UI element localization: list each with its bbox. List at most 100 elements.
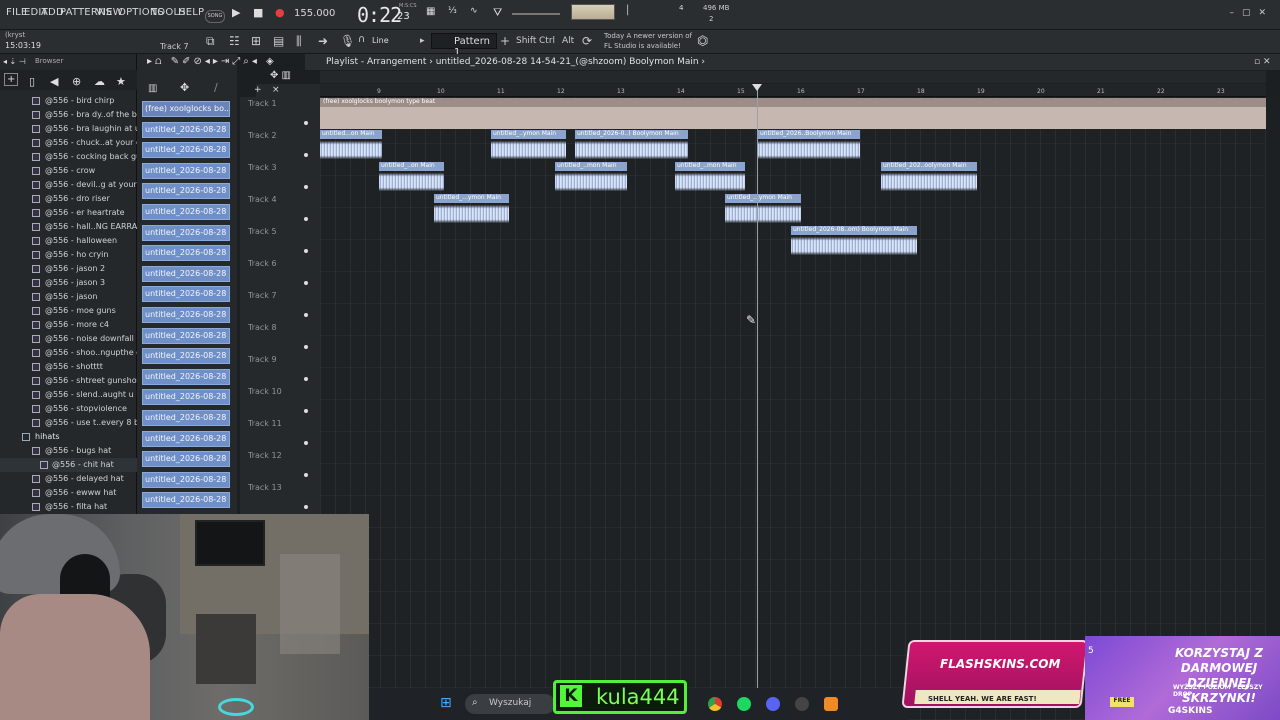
pattern-clip-item[interactable]: (free) xoolglocks bo... (142, 101, 230, 117)
pattern-clip-item[interactable]: untitled_2026-08-28 14- (142, 245, 230, 262)
pattern-clip-item[interactable]: untitled_2026-08-28 14- (142, 471, 230, 488)
track-mute-button[interactable] (304, 249, 308, 253)
browser-file-item[interactable]: @556 - bugs hat (0, 444, 137, 458)
move-icon[interactable]: ✥ (180, 81, 189, 94)
metronome-icon[interactable]: ⛛ (493, 6, 502, 20)
pattern-clip-item[interactable]: untitled_2026-08-28 14- (142, 142, 230, 159)
browser-file-item[interactable]: @556 - jason (0, 290, 137, 304)
spotify-icon[interactable] (737, 697, 751, 711)
playlist-scrollbar[interactable] (1266, 97, 1280, 720)
pattern-clip-item[interactable]: untitled_2026-08-28 14- (142, 224, 230, 241)
track-name[interactable]: Track 7 (248, 291, 277, 300)
playlist-icon[interactable]: ⧉ (206, 34, 215, 49)
fl-studio-taskbar-icon[interactable] (824, 697, 838, 711)
playlist-tools[interactable]: ▸⩍ ✎✐⊘◂▸⇥⤢⌕◂ ◈ (147, 56, 277, 67)
pattern-clip-item[interactable]: untitled_2026-08-28 14- (142, 430, 230, 447)
arrow-icon[interactable]: ➜ (318, 34, 328, 48)
pattern-clip-item[interactable]: untitled_2026-08-28 14- (142, 121, 230, 138)
playlist-lanes[interactable] (320, 97, 1266, 720)
pattern-clip-item[interactable]: untitled_2026-08-28 14- (142, 492, 230, 509)
browser-file-item[interactable]: @556 - ewww hat (0, 486, 137, 500)
browser-add-icon[interactable]: + (4, 73, 19, 86)
master-volume-display[interactable] (571, 4, 615, 20)
stop-icon[interactable]: ■ (253, 6, 263, 19)
record-icon[interactable]: ● (275, 6, 285, 19)
audio-clip[interactable]: untitled_2026..Boolymon Main (758, 130, 860, 161)
pencil-icon[interactable]: ∕ (214, 81, 218, 94)
browser-file-item[interactable]: @556 - filta hat (0, 500, 137, 514)
browser-file-item[interactable]: @556 - shoo..ngupthe club (0, 346, 137, 360)
track-name[interactable]: Track 9 (248, 355, 277, 364)
pattern-clip-item[interactable]: untitled_2026-08-28 14- (142, 204, 230, 220)
add-track-icon[interactable]: + (254, 85, 262, 95)
browser-file-item[interactable]: @556 - hall..NG EARRAPE) (0, 220, 137, 234)
track-mute-button[interactable] (304, 313, 308, 317)
audio-clip[interactable]: untitled_..ymon Main (491, 130, 566, 161)
browser-file-item[interactable]: @556 - chuck..at your cut (0, 136, 137, 150)
track-mute-button[interactable] (304, 153, 308, 157)
grid-icon[interactable]: ▥ (148, 83, 157, 94)
browser-file-item[interactable]: @556 - crow (0, 164, 137, 178)
mic-icon[interactable]: 🎙 (340, 34, 355, 48)
fl-logo-icon[interactable]: ⏣ (697, 34, 708, 49)
track-name[interactable]: Track 3 (248, 163, 277, 172)
track-mute-button[interactable] (304, 345, 308, 349)
browser-file-item[interactable]: @556 - cocking back gun (0, 150, 137, 164)
playhead-marker[interactable] (752, 84, 762, 91)
pattern-arrow-icon[interactable]: ▸ (420, 36, 425, 46)
browser-file-item[interactable]: @556 - bra dy..of the beat (0, 108, 137, 122)
track-name[interactable]: Track 6 (248, 259, 277, 268)
pattern-clip-item[interactable]: untitled_2026-08-28 14- (142, 307, 230, 323)
taskbar-search[interactable]: Wyszukaj (465, 694, 555, 714)
track-name[interactable]: Track 12 (248, 451, 282, 460)
main-audio-clip[interactable]: (free) xoolglocks boolymon type beat (320, 98, 1266, 129)
snap-select[interactable]: Line (372, 36, 389, 45)
news-icon[interactable]: ⟳ (582, 34, 592, 48)
track-mute-button[interactable] (304, 441, 308, 445)
track-mute-button[interactable] (304, 377, 308, 381)
browser-file-item[interactable]: @556 - stopviolence (0, 402, 137, 416)
song-mode-toggle[interactable]: SONG (205, 10, 225, 23)
pattern-clip-item[interactable]: untitled_2026-08-28 14- (142, 348, 230, 365)
track-mute-button[interactable] (304, 505, 308, 509)
browser-file-item[interactable]: @556 - er heartrate (0, 206, 137, 220)
browser-cloud-icon[interactable]: ☁ (94, 75, 105, 88)
pattern-select[interactable]: Pattern 1 (431, 33, 497, 58)
browser-file-item[interactable]: @556 - devil..g at your cut (0, 178, 137, 192)
browser-folder[interactable]: hihats (0, 430, 137, 444)
browser-file-item[interactable]: @556 - bird chirp (0, 94, 137, 108)
mixer-icon[interactable]: ▤ (273, 34, 284, 48)
wave-icon[interactable]: ∿ (470, 6, 478, 16)
pattern-clip-item[interactable]: untitled_2026-08-28 14- (142, 183, 230, 200)
browser-file-item[interactable]: @556 - ho cryin (0, 248, 137, 262)
pattern-clip-item[interactable]: untitled_2026-08-28 14- (142, 162, 230, 179)
alt-key[interactable]: Alt (562, 36, 574, 46)
track-mute-button[interactable] (304, 217, 308, 221)
settings-icon[interactable] (795, 697, 809, 711)
audio-clip[interactable]: untitled_..mon Main (675, 162, 745, 193)
audio-clip[interactable]: untitled...on Main (320, 130, 382, 161)
remove-track-icon[interactable]: × (272, 85, 280, 95)
browser-file-item[interactable]: @556 - shtreet gunshot (0, 374, 137, 388)
discord-icon[interactable] (766, 697, 780, 711)
track-name[interactable]: Track 4 (248, 195, 277, 204)
track-mute-button[interactable] (304, 121, 308, 125)
browser-file-item[interactable]: @556 - more c4 (0, 318, 137, 332)
playlist-overview[interactable] (320, 71, 1266, 83)
pattern-clip-item[interactable]: untitled_2026-08-28 14- (142, 410, 230, 426)
chrome-icon[interactable] (708, 697, 722, 711)
audio-clip[interactable]: untitled_..on Main (379, 162, 444, 193)
timeline-ruler[interactable] (320, 84, 1266, 97)
track-name[interactable]: Track 10 (248, 387, 282, 396)
audio-clip[interactable]: untitled_2026-0..) Boolymon Main (575, 130, 688, 161)
browser-file-item[interactable]: @556 - jason 3 (0, 276, 137, 290)
window-controls[interactable]: –▢✕ (1229, 8, 1274, 18)
track-name[interactable]: Track 2 (248, 131, 277, 140)
browser-file-item[interactable]: @556 - noise downfall (0, 332, 137, 346)
browser-star-icon[interactable]: ★ (116, 75, 126, 88)
step-icon[interactable]: ⅓ (448, 6, 457, 16)
pattern-clip-item[interactable]: untitled_2026-08-28 14- (142, 451, 230, 468)
track-name[interactable]: Track 11 (248, 419, 282, 428)
browser-file-item[interactable]: @556 - jason 2 (0, 262, 137, 276)
browser-back-icon[interactable]: ◀ (50, 75, 58, 88)
